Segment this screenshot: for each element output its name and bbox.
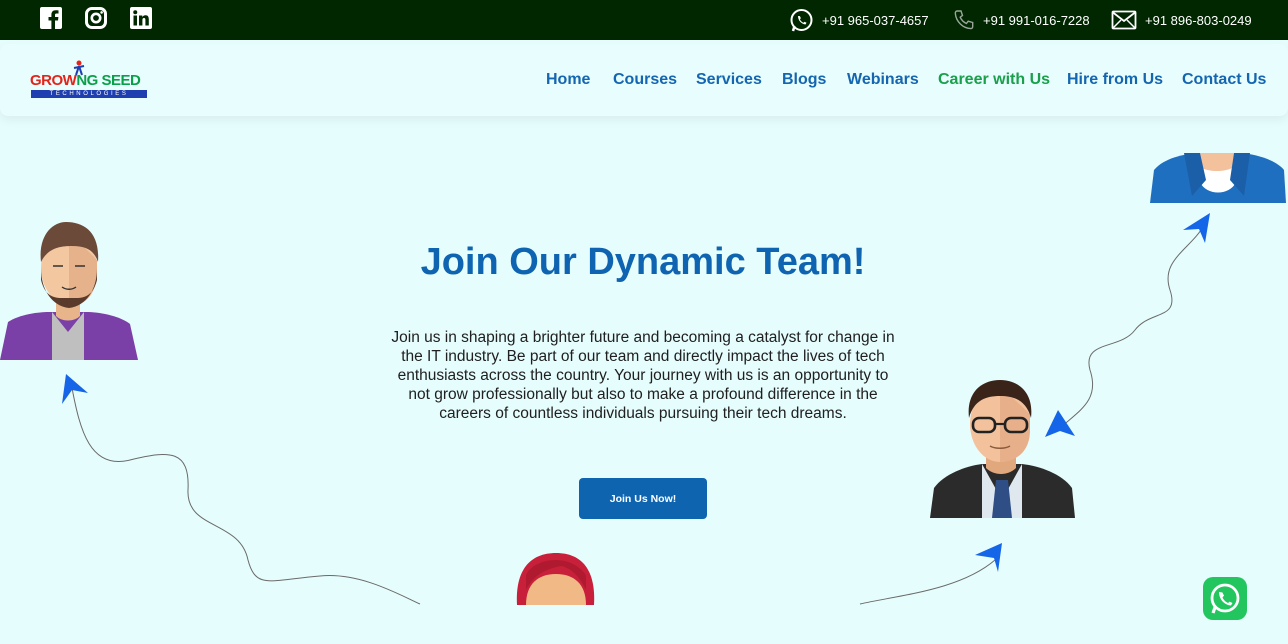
hero-description: Join us in shaping a brighter future and… [391, 329, 895, 422]
avatar-man-with-glasses [930, 380, 1075, 518]
arrow-icon [62, 374, 88, 404]
connector-line-right [1059, 223, 1206, 429]
connector-line-bottom-right [859, 559, 996, 605]
avatar-bearded-man [0, 222, 138, 360]
hero-illustration [0, 153, 1286, 605]
join-us-now-button[interactable]: Join Us Now! [579, 478, 707, 519]
page-title: Join Our Dynamic Team! [420, 241, 866, 283]
arrow-icon [975, 543, 1002, 572]
avatar-red-haired-woman [516, 553, 595, 605]
whatsapp-icon [1210, 583, 1240, 614]
connector-line-left [71, 387, 421, 605]
avatar-woman-in-blue [1150, 153, 1286, 203]
arrow-icon [1045, 410, 1075, 437]
arrow-icon [1183, 213, 1210, 243]
whatsapp-chat-button[interactable] [1203, 577, 1247, 620]
